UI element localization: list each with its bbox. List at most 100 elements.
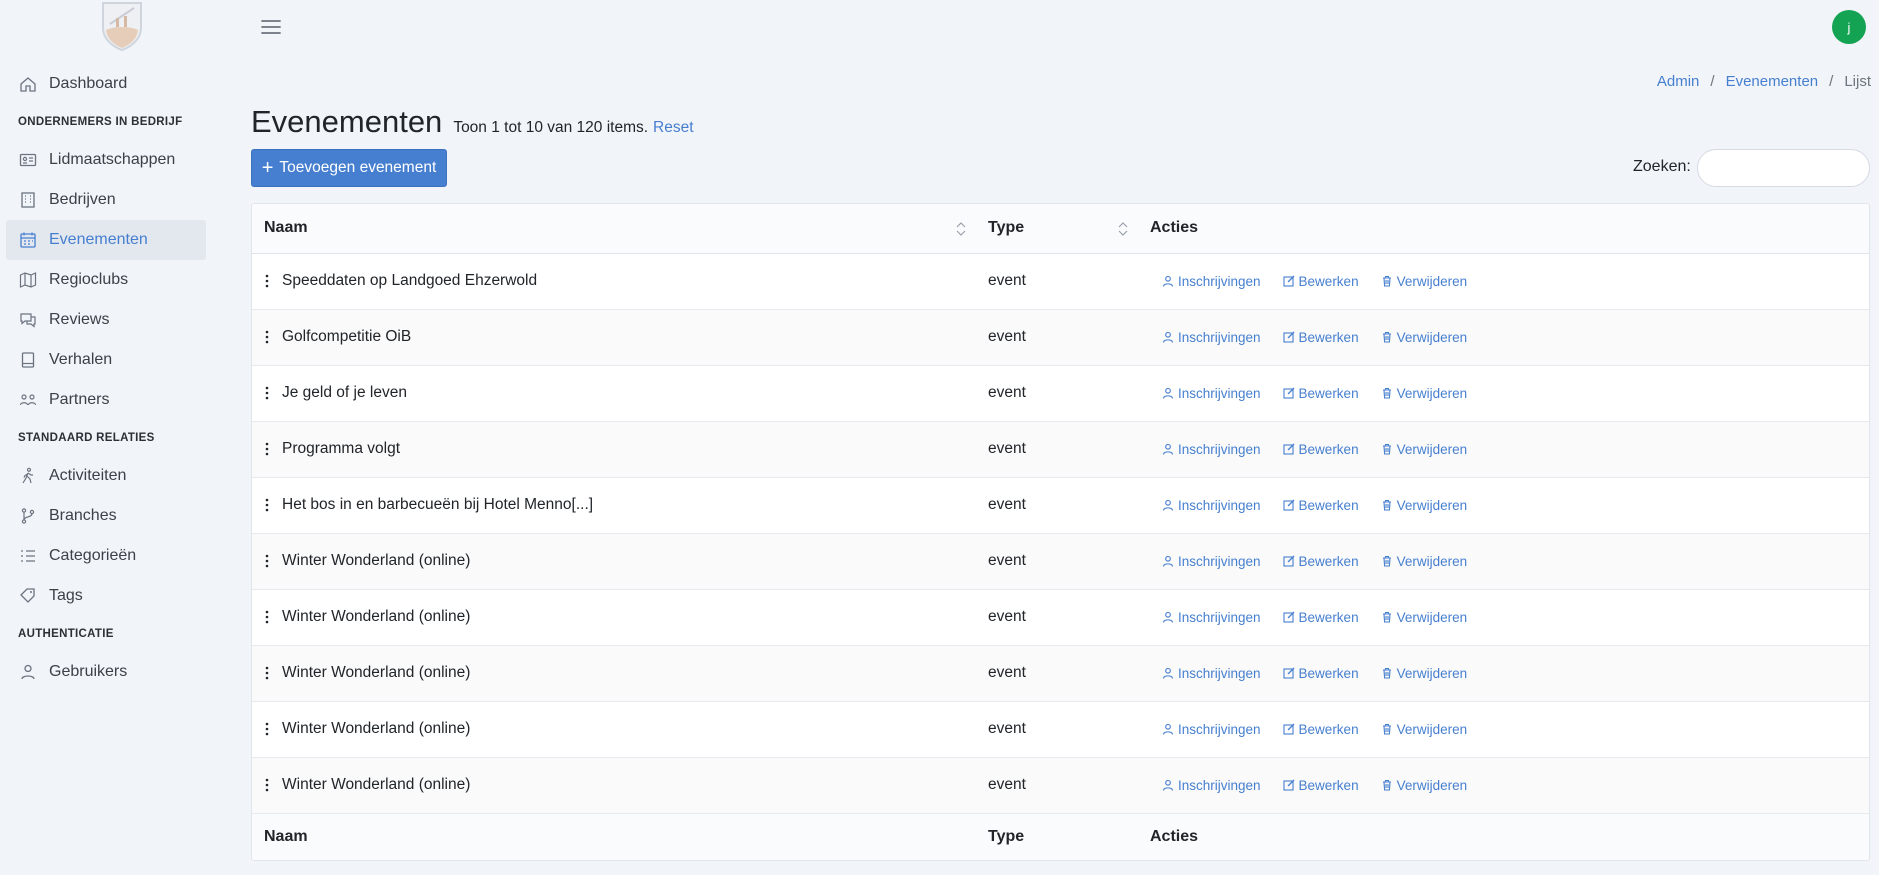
reset-link[interactable]: Reset <box>653 119 694 137</box>
search-input[interactable] <box>1697 149 1870 187</box>
row-menu-icon[interactable] <box>264 665 270 681</box>
verwijderen-link[interactable]: Verwijderen <box>1381 497 1468 513</box>
row-menu-icon[interactable] <box>264 553 270 569</box>
sidebar-item-activiteiten[interactable]: Activiteiten <box>6 456 206 496</box>
sidebar-item-reviews[interactable]: Reviews <box>6 300 206 340</box>
column-header-naam[interactable]: Naam <box>252 204 976 254</box>
row-menu-icon[interactable] <box>264 777 270 793</box>
action-label: Bewerken <box>1298 329 1359 345</box>
inschrijvingen-link[interactable]: Inschrijvingen <box>1162 498 1261 513</box>
event-type: event <box>988 608 1026 625</box>
building-icon <box>19 191 37 209</box>
trash-icon <box>1382 555 1391 567</box>
bewerken-link[interactable]: Bewerken <box>1282 554 1359 569</box>
sidebar-item-tags[interactable]: Tags <box>6 576 206 616</box>
add-event-button[interactable]: + Toevoegen evenement <box>251 149 447 187</box>
cell-type: event <box>976 701 1138 758</box>
verwijderen-link[interactable]: Verwijderen <box>1381 386 1467 401</box>
edit-icon <box>1282 611 1295 623</box>
action-label: Inschrijvingen <box>1178 273 1261 289</box>
verwijderen-link[interactable]: Verwijderen <box>1381 441 1468 457</box>
inschrijvingen-link[interactable]: Inschrijvingen <box>1162 778 1261 793</box>
menu-toggle-icon[interactable] <box>259 15 283 39</box>
bewerken-link[interactable]: Bewerken <box>1282 610 1359 625</box>
inschrijvingen-link[interactable]: Inschrijvingen <box>1162 386 1261 401</box>
row-menu-icon[interactable] <box>264 329 270 345</box>
row-menu-icon[interactable] <box>264 385 270 401</box>
sidebar-item-label: Gebruikers <box>49 663 128 680</box>
column-header-type[interactable]: Type <box>976 204 1138 254</box>
cell-acties: Inschrijvingen Bewerken Verwijderen <box>1138 477 1869 534</box>
row-menu-icon[interactable] <box>264 441 270 457</box>
footer-column-label: Acties <box>1150 828 1199 846</box>
walking-icon <box>19 467 37 485</box>
verwijderen-link[interactable]: Verwijderen <box>1381 554 1467 569</box>
trash-icon <box>1382 499 1391 511</box>
sort-icon[interactable] <box>956 221 966 237</box>
edit-icon <box>1282 387 1295 399</box>
footer-column-acties: Acties <box>1138 812 1869 860</box>
inschrijvingen-link[interactable]: Inschrijvingen <box>1162 554 1261 569</box>
action-label: Inschrijvingen <box>1178 329 1261 345</box>
bewerken-link[interactable]: Bewerken <box>1282 778 1359 793</box>
verwijderen-link[interactable]: Verwijderen <box>1381 778 1467 793</box>
sidebar-item-evenementen[interactable]: Evenementen <box>6 220 206 260</box>
row-menu-icon[interactable] <box>264 273 270 289</box>
sidebar-item-gebruikers[interactable]: Gebruikers <box>6 652 206 692</box>
verwijderen-link[interactable]: Verwijderen <box>1381 722 1467 737</box>
cell-naam: Golfcompetitie OiB <box>252 309 976 366</box>
cell-type: event <box>976 477 1138 534</box>
inschrijvingen-link[interactable]: Inschrijvingen <box>1162 610 1261 625</box>
bewerken-link[interactable]: Bewerken <box>1282 386 1359 401</box>
user-avatar[interactable]: j <box>1832 10 1866 44</box>
user-icon <box>1162 275 1174 287</box>
sidebar-item-label: Categorieën <box>49 547 137 564</box>
inschrijvingen-link[interactable]: Inschrijvingen <box>1162 274 1261 289</box>
sidebar-item-branches[interactable]: Branches <box>6 496 206 536</box>
user-icon <box>1162 667 1174 679</box>
action-label: Verwijderen <box>1396 497 1468 513</box>
verwijderen-link[interactable]: Verwijderen <box>1381 330 1467 345</box>
sidebar-item-lidmaatschappen[interactable]: Lidmaatschappen <box>6 140 206 180</box>
sidebar-item-label: Bedrijven <box>49 191 116 208</box>
inschrijvingen-link[interactable]: Inschrijvingen <box>1162 330 1261 345</box>
row-menu-icon[interactable] <box>264 497 270 513</box>
logo-shield-icon[interactable] <box>100 0 144 52</box>
bewerken-link[interactable]: Bewerken <box>1282 722 1359 737</box>
sidebar-item-bedrijven[interactable]: Bedrijven <box>6 180 206 220</box>
inschrijvingen-link[interactable]: Inschrijvingen <box>1162 442 1261 457</box>
user-icon <box>1162 779 1174 791</box>
sidebar-item-label: Branches <box>49 507 117 524</box>
bewerken-link[interactable]: Bewerken <box>1282 274 1359 289</box>
sidebar-item-partners[interactable]: Partners <box>6 380 206 420</box>
inschrijvingen-link[interactable]: Inschrijvingen <box>1162 722 1261 737</box>
breadcrumb-evenementen[interactable]: Evenementen <box>1726 73 1819 90</box>
edit-icon <box>1282 331 1295 343</box>
user-icon <box>1162 555 1174 567</box>
events-table: Naam Type Acties Speeddaten op Landgoed … <box>251 203 1870 861</box>
footer-column-naam: Naam <box>252 812 976 860</box>
column-header-label: Type <box>988 219 1025 237</box>
bewerken-link[interactable]: Bewerken <box>1282 666 1359 681</box>
sidebar-item-regioclubs[interactable]: Regioclubs <box>6 260 206 300</box>
sidebar-item-dashboard[interactable]: Dashboard <box>6 64 206 104</box>
action-label: Bewerken <box>1298 441 1359 457</box>
inschrijvingen-link[interactable]: Inschrijvingen <box>1162 666 1261 681</box>
action-label: Inschrijvingen <box>1178 385 1261 401</box>
breadcrumb-admin[interactable]: Admin <box>1657 73 1700 90</box>
row-menu-icon[interactable] <box>264 721 270 737</box>
table-row: Winter Wonderland (online) event Inschrijv… <box>252 757 1869 814</box>
row-menu-icon[interactable] <box>264 609 270 625</box>
column-header-label: Naam <box>264 219 308 237</box>
bewerken-link[interactable]: Bewerken <box>1282 498 1359 513</box>
sidebar-item-verhalen[interactable]: Verhalen <box>6 340 206 380</box>
bewerken-link[interactable]: Bewerken <box>1282 329 1359 345</box>
verwijderen-link[interactable]: Verwijderen <box>1381 274 1467 289</box>
cell-acties: Inschrijvingen Bewerken Verwijderen <box>1138 757 1869 814</box>
bewerken-link[interactable]: Bewerken <box>1282 441 1359 457</box>
sidebar-item-categorie-n[interactable]: Categorieën <box>6 536 206 576</box>
sort-icon[interactable] <box>1118 221 1128 237</box>
action-label: Verwijderen <box>1396 441 1468 457</box>
verwijderen-link[interactable]: Verwijderen <box>1381 610 1467 625</box>
verwijderen-link[interactable]: Verwijderen <box>1381 666 1467 681</box>
